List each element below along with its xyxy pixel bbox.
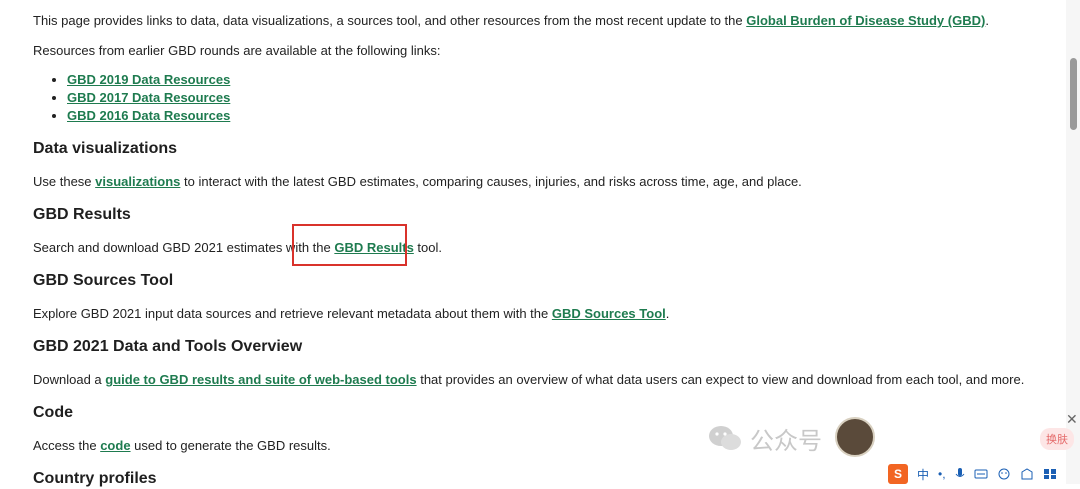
viz-paragraph: Use these visualizations to interact wit… [33, 173, 802, 191]
viz-text: Use these [33, 174, 96, 189]
list-item: GBD 2019 Data Resources [67, 71, 230, 89]
code-heading: Code [33, 404, 73, 421]
earlier-links-list: GBD 2019 Data Resources GBD 2017 Data Re… [33, 71, 230, 125]
list-item: GBD 2017 Data Resources [67, 89, 230, 107]
results-text-end: tool. [413, 240, 442, 255]
code-paragraph: Access the code used to generate the GBD… [33, 437, 331, 455]
intro-text: This page provides links to data, data v… [33, 13, 747, 28]
code-text-end: used to generate the GBD results. [130, 438, 331, 453]
sources-paragraph: Explore GBD 2021 input data sources and … [33, 305, 669, 323]
gbd-2016-link[interactable]: GBD 2016 Data Resources [67, 108, 230, 123]
country-profiles-heading: Country profiles [33, 470, 157, 487]
sources-text-end: . [665, 306, 670, 321]
scrollbar-thumb[interactable] [1070, 58, 1077, 130]
guide-link[interactable]: guide to GBD results and suite of web-ba… [105, 372, 416, 387]
gbd-sources-heading: GBD Sources Tool [33, 272, 174, 289]
data-visualizations-heading: Data visualizations [33, 140, 178, 157]
microphone-icon[interactable] [955, 467, 965, 481]
sources-text: Explore GBD 2021 input data sources and … [33, 306, 552, 321]
visualizations-link[interactable]: visualizations [95, 174, 180, 189]
overview-paragraph: Download a guide to GBD results and suit… [33, 371, 1024, 389]
overview-text: Download a [33, 372, 106, 387]
wechat-watermark: 公众号 [708, 420, 822, 456]
viz-text-end: to interact with the latest GBD estimate… [180, 174, 802, 189]
list-item: GBD 2016 Data Resources [67, 107, 230, 125]
gbd-results-heading: GBD Results [33, 206, 131, 223]
keyboard-icon[interactable] [974, 468, 988, 480]
ime-toolbar: S 中 •, [888, 464, 1057, 484]
toolbox-icon[interactable] [1043, 468, 1057, 480]
code-text: Access the [33, 438, 101, 453]
ime-mode-toggle[interactable]: 中 [917, 466, 929, 483]
wechat-icon [709, 426, 741, 450]
avatar [835, 417, 875, 457]
gbd-study-link[interactable]: Global Burden of Disease Study (GBD) [746, 13, 985, 28]
skin-icon[interactable] [1020, 468, 1034, 480]
earlier-rounds-text: Resources from earlier GBD rounds are av… [33, 43, 441, 58]
watermark-text: 公众号 [750, 427, 822, 455]
emoji-icon[interactable] [997, 468, 1011, 480]
sogou-logo-icon[interactable]: S [888, 464, 908, 484]
skin-badge[interactable]: 换肤 [1040, 428, 1074, 450]
code-link[interactable]: code [100, 438, 130, 453]
gbd-sources-link[interactable]: GBD Sources Tool [552, 306, 666, 321]
gbd-2017-link[interactable]: GBD 2017 Data Resources [67, 90, 230, 105]
highlight-box [292, 224, 407, 266]
overview-text-end: that provides an overview of what data u… [416, 372, 1025, 387]
close-icon[interactable]: ✕ [1066, 411, 1078, 428]
intro-paragraph: This page provides links to data, data v… [33, 12, 989, 30]
gbd-2019-link[interactable]: GBD 2019 Data Resources [67, 72, 230, 87]
ime-punct-toggle[interactable]: •, [938, 467, 946, 481]
results-text: Search and download GBD 2021 estimates w… [33, 240, 335, 255]
overview-heading: GBD 2021 Data and Tools Overview [33, 338, 303, 355]
intro-text-end: . [985, 13, 989, 28]
